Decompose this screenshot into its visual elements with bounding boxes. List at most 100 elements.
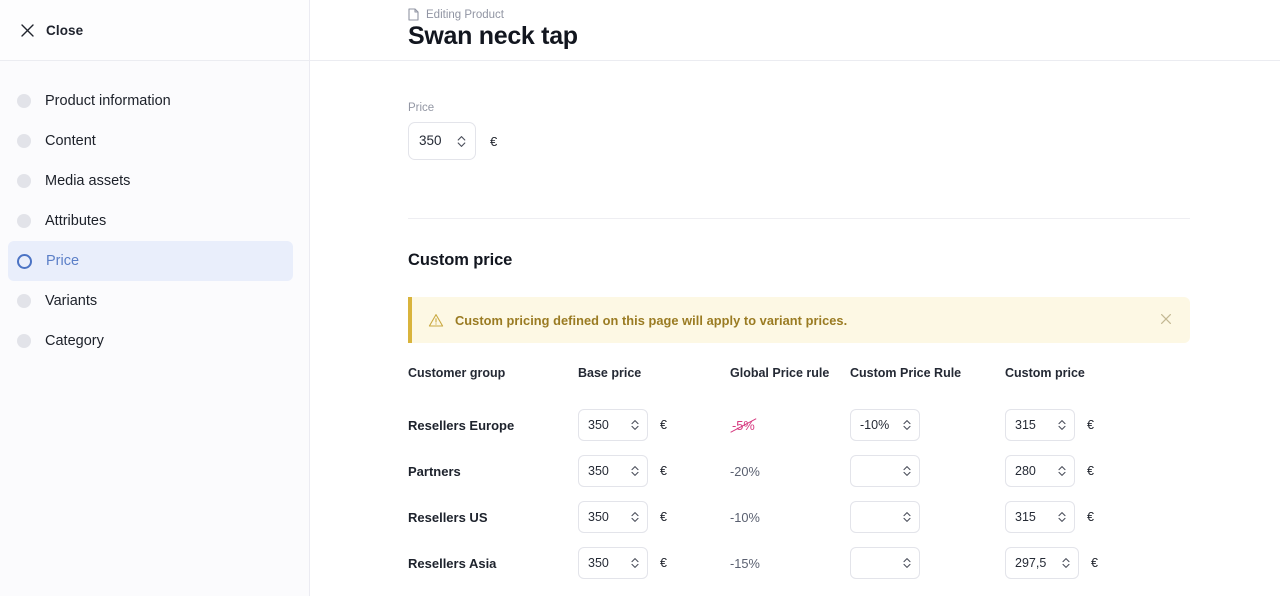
- custom-price-section-title: Custom price: [408, 251, 513, 269]
- cell-custom-price-rule: -10%: [850, 402, 1005, 448]
- cell-custom-price-rule: [850, 494, 1005, 540]
- custom-price-value: 315: [1015, 510, 1036, 524]
- customer-group-name: Resellers US: [408, 509, 488, 525]
- customer-group-name: Partners: [408, 463, 461, 479]
- chevron-up-down-icon[interactable]: [1057, 464, 1067, 478]
- base-price-input[interactable]: 350: [578, 409, 648, 441]
- table-row: Resellers Asia 350 € -15% 297,5 €: [408, 540, 1190, 586]
- cell-base-price: 350 €: [578, 540, 730, 586]
- sidebar-item-category[interactable]: Category: [8, 321, 293, 361]
- customer-group-name: Resellers Asia: [408, 555, 497, 571]
- global-price-rule-value: -15%: [730, 555, 760, 571]
- cell-global-price-rule: -20%: [730, 448, 850, 494]
- base-price-value: 350: [588, 464, 609, 478]
- chevron-up-down-icon[interactable]: [902, 464, 912, 478]
- custom-price-rule-input[interactable]: [850, 547, 920, 579]
- custom-price-value: 315: [1015, 418, 1036, 432]
- cell-customer-group: Partners: [408, 448, 578, 494]
- sidebar-item-label: Price: [46, 252, 80, 269]
- base-price-input[interactable]: 350: [578, 501, 648, 533]
- cell-global-price-rule: -10%: [730, 494, 850, 540]
- sidebar: Close Product information Content Media …: [0, 0, 310, 596]
- custom-price-input[interactable]: 315: [1005, 501, 1075, 533]
- page-header: Editing Product Swan neck tap: [310, 0, 1280, 61]
- base-price-input[interactable]: 350: [578, 547, 648, 579]
- custom-price-currency: €: [1091, 556, 1098, 570]
- close-button[interactable]: Close: [16, 21, 87, 40]
- table-row: Resellers US 350 € -10% 315 €: [408, 494, 1190, 540]
- custom-price-rule-value: -10%: [860, 418, 890, 432]
- chevron-up-down-icon[interactable]: [902, 510, 912, 524]
- chevron-up-down-icon[interactable]: [630, 556, 640, 570]
- sidebar-item-media-assets[interactable]: Media assets: [8, 161, 293, 201]
- sidebar-item-label: Content: [45, 132, 96, 149]
- chevron-up-down-icon[interactable]: [1057, 510, 1067, 524]
- chevron-up-down-icon[interactable]: [630, 510, 640, 524]
- price-input[interactable]: 350: [408, 122, 476, 160]
- cell-custom-price: 297,5 €: [1005, 540, 1190, 586]
- warning-banner-text: Custom pricing defined on this page will…: [455, 312, 848, 328]
- sidebar-item-product-information[interactable]: Product information: [8, 81, 293, 121]
- sidebar-item-label: Attributes: [45, 212, 107, 229]
- custom-price-rule-input[interactable]: -10%: [850, 409, 920, 441]
- table-header: Customer group Base price Global Price r…: [408, 366, 1190, 402]
- chevron-up-down-icon[interactable]: [1057, 418, 1067, 432]
- chevron-up-down-icon[interactable]: [902, 556, 912, 570]
- custom-price-input[interactable]: 297,5: [1005, 547, 1079, 579]
- cell-customer-group: Resellers Asia: [408, 540, 578, 586]
- dot-icon: [17, 214, 31, 228]
- sidebar-item-content[interactable]: Content: [8, 121, 293, 161]
- global-price-rule-value: -10%: [730, 509, 760, 525]
- table-row: Resellers Europe 350 € -5% -10% 315 €: [408, 402, 1190, 448]
- cell-global-price-rule: -5%: [730, 402, 850, 448]
- sidebar-header: Close: [0, 0, 309, 61]
- sidebar-item-label: Category: [45, 332, 104, 349]
- chevron-up-down-icon[interactable]: [630, 418, 640, 432]
- cell-base-price: 350 €: [578, 448, 730, 494]
- close-icon: [1160, 313, 1172, 328]
- dot-icon: [17, 174, 31, 188]
- cell-customer-group: Resellers Europe: [408, 402, 578, 448]
- base-price-input[interactable]: 350: [578, 455, 648, 487]
- cell-custom-price: 280 €: [1005, 448, 1190, 494]
- column-header-base-price: Base price: [578, 366, 642, 380]
- document-icon: [408, 8, 419, 21]
- custom-price-currency: €: [1087, 464, 1094, 478]
- warning-triangle-icon: [428, 313, 444, 328]
- base-price-currency: €: [660, 418, 667, 432]
- chevron-up-down-icon[interactable]: [456, 134, 467, 149]
- custom-price-rule-input[interactable]: [850, 501, 920, 533]
- chevron-up-down-icon[interactable]: [630, 464, 640, 478]
- custom-price-rule-input[interactable]: [850, 455, 920, 487]
- sidebar-item-label: Media assets: [45, 172, 131, 189]
- table-header-row: Customer group Base price Global Price r…: [408, 366, 1190, 402]
- dot-icon: [17, 334, 31, 348]
- close-button-label: Close: [46, 22, 84, 38]
- price-currency-symbol: €: [490, 133, 498, 149]
- cell-global-price-rule: -15%: [730, 540, 850, 586]
- chevron-up-down-icon[interactable]: [1061, 556, 1071, 570]
- warning-banner-close-button[interactable]: [1156, 309, 1176, 332]
- chevron-up-down-icon[interactable]: [902, 418, 912, 432]
- cell-custom-price: 315 €: [1005, 402, 1190, 448]
- customer-group-name: Resellers Europe: [408, 417, 515, 433]
- table-row: Partners 350 € -20% 280 €: [408, 448, 1190, 494]
- warning-banner: Custom pricing defined on this page will…: [408, 297, 1190, 343]
- custom-price-input[interactable]: 315: [1005, 409, 1075, 441]
- main-content: Editing Product Swan neck tap Price 350 …: [310, 0, 1280, 596]
- custom-price-table: Customer group Base price Global Price r…: [408, 366, 1190, 586]
- global-price-rule-value: -20%: [730, 463, 760, 479]
- column-header-customer-group: Customer group: [408, 366, 506, 380]
- base-price-value: 350: [588, 418, 609, 432]
- column-header-global-price-rule: Global Price rule: [730, 366, 830, 380]
- dot-icon: [17, 94, 31, 108]
- breadcrumb: Editing Product: [408, 8, 1280, 21]
- column-header-custom-price-rule: Custom Price Rule: [850, 366, 962, 380]
- sidebar-item-variants[interactable]: Variants: [8, 281, 293, 321]
- custom-price-input[interactable]: 280: [1005, 455, 1075, 487]
- base-price-value: 350: [588, 510, 609, 524]
- sidebar-item-attributes[interactable]: Attributes: [8, 201, 293, 241]
- sidebar-item-price[interactable]: Price: [8, 241, 293, 281]
- table-body: Resellers Europe 350 € -5% -10% 315 € Pa…: [408, 402, 1190, 586]
- custom-price-value: 280: [1015, 464, 1036, 478]
